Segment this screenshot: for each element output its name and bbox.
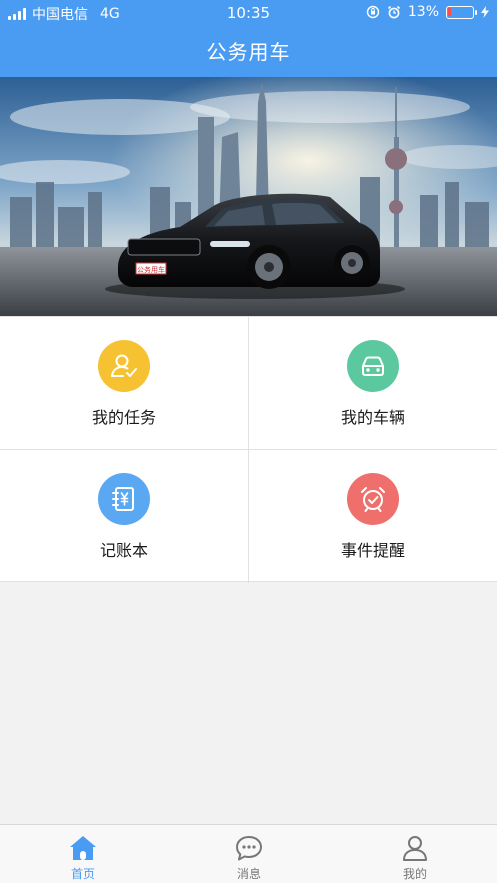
grid-item-my-tasks[interactable]: 我的任务 <box>0 317 248 450</box>
feature-grid: 我的任务 我的车辆 记账本 事件提醒 <box>0 316 497 583</box>
grid-item-label: 我的车辆 <box>340 408 405 427</box>
tab-bar: 首页 消息 我的 <box>0 824 497 883</box>
grid-item-account-book[interactable]: 记账本 <box>0 450 248 583</box>
chat-bubble-icon <box>236 836 262 861</box>
car-icon <box>347 340 399 392</box>
grid-item-label: 我的任务 <box>91 408 156 427</box>
tab-mine[interactable]: 我的 <box>332 825 497 883</box>
tab-home[interactable]: 首页 <box>0 825 166 883</box>
tab-messages[interactable]: 消息 <box>166 825 332 883</box>
tab-label: 首页 <box>70 867 95 881</box>
banner-image[interactable]: 公务用车 <box>0 77 497 316</box>
charging-icon <box>481 6 489 18</box>
user-icon <box>403 836 427 861</box>
home-icon <box>70 836 96 860</box>
tab-label: 消息 <box>236 867 261 881</box>
grid-item-label: 记账本 <box>99 541 148 560</box>
alarm-clock-icon <box>347 473 399 525</box>
battery-icon <box>446 5 477 19</box>
yen-book-icon <box>98 473 150 525</box>
grid-item-label: 事件提醒 <box>340 541 405 560</box>
alarm-icon <box>387 5 400 19</box>
grid-item-my-vehicles[interactable]: 我的车辆 <box>249 317 497 450</box>
tab-label: 我的 <box>402 867 427 881</box>
license-plate: 公务用车 <box>137 265 165 274</box>
top-bar: 中国电信 4G 10:35 13% 公务用车 <box>0 0 497 77</box>
person-check-icon <box>98 340 150 392</box>
battery-percent: 13% <box>407 4 439 20</box>
page-title: 公务用车 <box>206 40 291 64</box>
rotation-lock-icon <box>366 5 380 19</box>
grid-item-event-reminder[interactable]: 事件提醒 <box>249 450 497 583</box>
status-bar: 中国电信 4G 10:35 13% <box>0 0 497 26</box>
